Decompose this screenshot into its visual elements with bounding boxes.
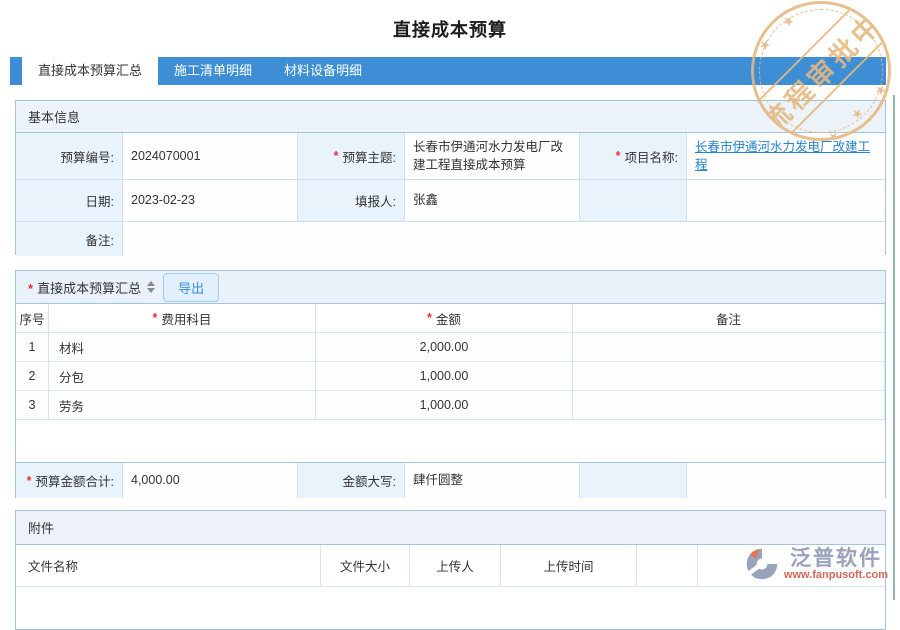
tab-direct-cost-summary[interactable]: 直接成本预算汇总 [22,57,158,92]
brand-name: 泛普软件 [790,547,882,570]
row-subject: 劳务 [49,391,316,420]
project-link[interactable]: 长春市伊通河水力发电厂改建工程 [695,138,877,174]
empty-label-cell [580,180,687,222]
date-value: 2023-02-23 [123,180,298,222]
total-empty-value [687,463,885,498]
summary-title: 直接成本预算汇总 [28,278,141,297]
subject-value: 长春市伊通河水力发电厂改建工程直接成本预算 [405,133,580,180]
row-amount: 1,000.00 [316,391,573,420]
project-label: 项目名称: [580,133,687,180]
page-title: 直接成本预算 [0,16,900,42]
basic-info-panel: 基本信息 预算编号: 2024070001 预算主题: 长春市伊通河水力发电厂改… [15,100,886,255]
project-value-cell: 长春市伊通河水力发电厂改建工程 [687,133,885,180]
basic-info-header: 基本信息 [16,101,885,133]
col-header-remark: 备注 [573,304,885,333]
tab-material-equipment-detail[interactable]: 材料设备明细 [268,57,378,85]
row-seq: 3 [16,391,49,420]
row-remark [573,333,885,362]
caps-value: 肆仟圆整 [405,463,580,498]
export-button[interactable]: 导出 [163,273,219,302]
col-header-uploader: 上传人 [410,545,501,587]
brand-url: www.fanpusoft.com [784,569,888,581]
col-header-upload-time: 上传时间 [501,545,637,587]
budget-no-value: 2024070001 [123,133,298,180]
footer-brand: 泛普软件 www.fanpusoft.com [744,546,888,582]
remark-label: 备注: [16,222,123,256]
tab-bar: 直接成本预算汇总 施工清单明细 材料设备明细 [10,57,886,85]
col-header-seq: 序号 [16,304,49,333]
budget-no-label: 预算编号: [16,133,123,180]
col-header-file-name: 文件名称 [16,545,321,587]
row-subject: 材料 [49,333,316,362]
row-seq: 1 [16,333,49,362]
basic-info-grid: 预算编号: 2024070001 预算主题: 长春市伊通河水力发电厂改建工程直接… [16,133,885,256]
row-amount: 2,000.00 [316,333,573,362]
sort-icon[interactable] [147,281,155,293]
tab-construction-list-detail[interactable]: 施工清单明细 [158,57,268,85]
summary-header: 直接成本预算汇总 导出 [16,271,885,304]
date-label: 日期: [16,180,123,222]
row-remark [573,391,885,420]
total-value: 4,000.00 [123,463,298,498]
attachments-header: 附件 [16,511,885,545]
reporter-label: 填报人: [298,180,405,222]
row-seq: 2 [16,362,49,391]
col-header-amount: 金额 [316,304,573,333]
summary-table: 序号 费用科目 金额 备注 1 材料 2,000.00 2 分包 1,000.0… [16,304,885,420]
empty-value-cell [687,180,885,222]
row-remark [573,362,885,391]
fanpu-logo-icon [744,546,780,582]
remark-value [123,222,885,256]
col-header-file-size: 文件大小 [321,545,410,587]
summary-total-row: 预算金额合计: 4,000.00 金额大写: 肆仟圆整 [16,463,885,498]
summary-empty-area [16,420,885,463]
total-empty-label [580,463,687,498]
reporter-value: 张鑫 [405,180,580,222]
row-subject: 分包 [49,362,316,391]
row-amount: 1,000.00 [316,362,573,391]
total-label: 预算金额合计: [16,463,123,498]
col-header-subject: 费用科目 [49,304,316,333]
summary-panel: 直接成本预算汇总 导出 序号 费用科目 金额 备注 1 材料 2,000.00 … [15,270,886,498]
caps-label: 金额大写: [298,463,405,498]
subject-label: 预算主题: [298,133,405,180]
attachments-empty-row [16,587,885,617]
right-edge-divider [893,95,895,600]
col-header-empty [637,545,698,587]
